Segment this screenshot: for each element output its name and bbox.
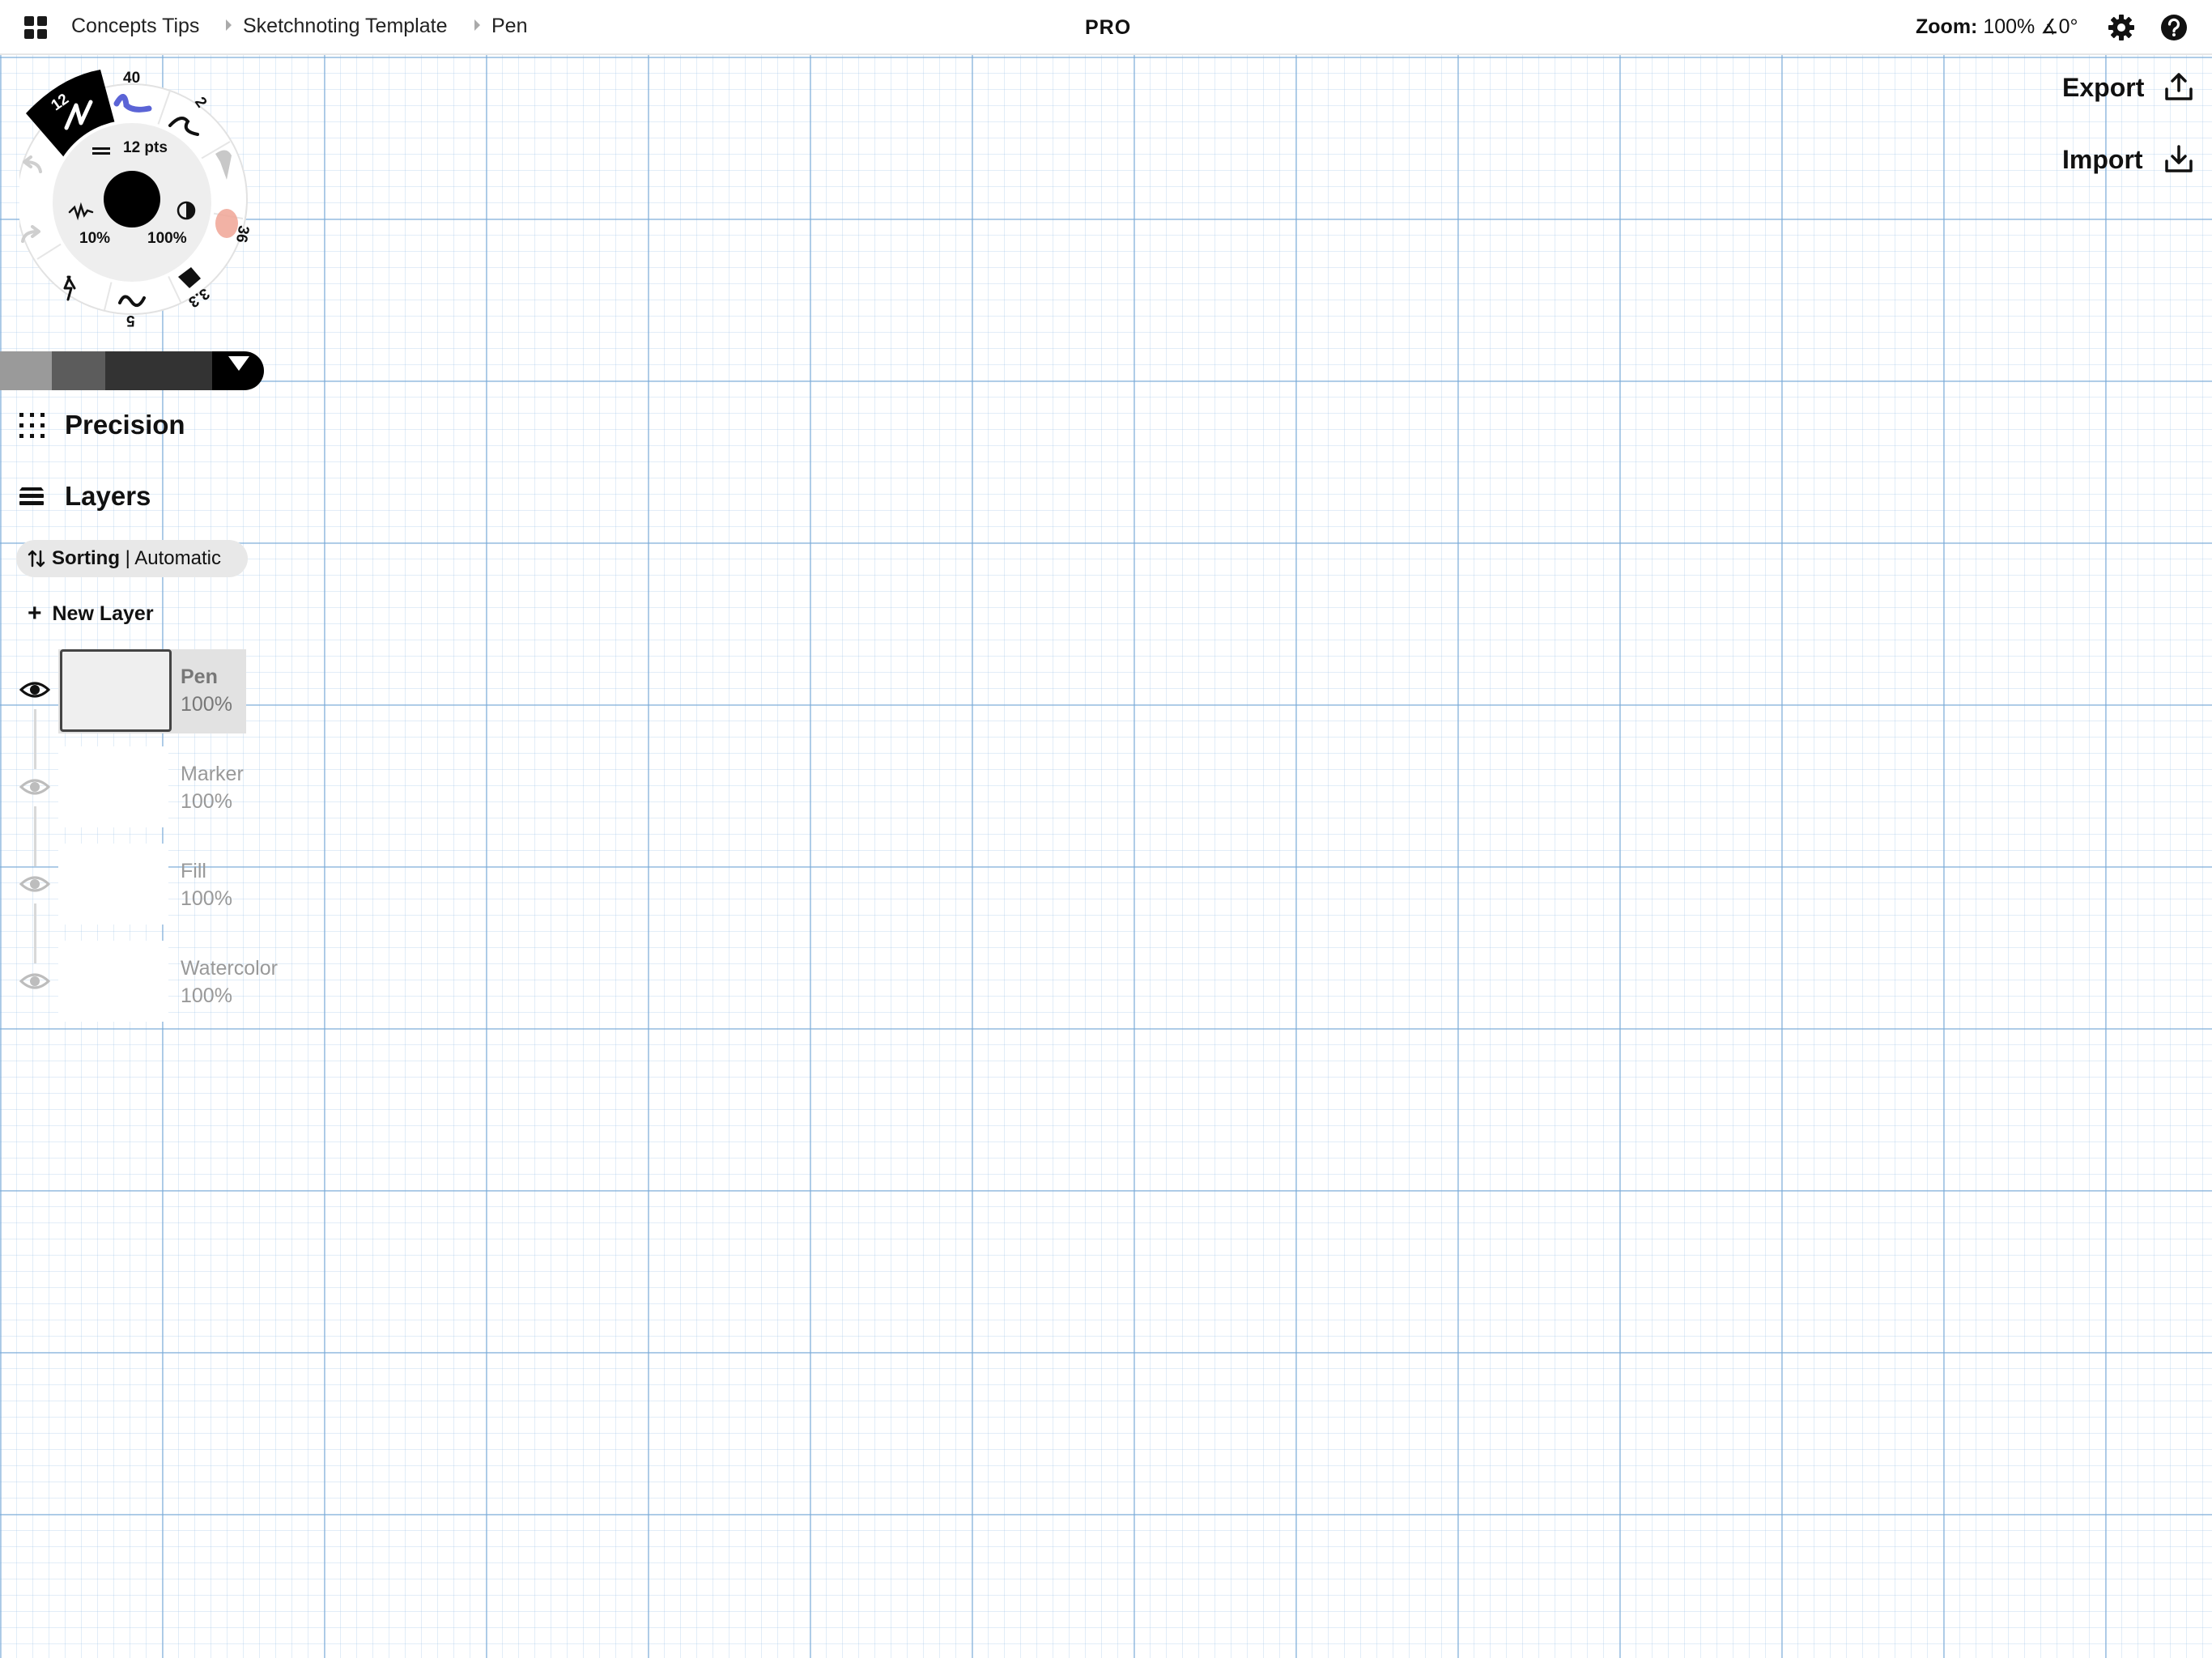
gallery-grid-icon[interactable] [24,16,48,40]
color-palette [0,351,264,390]
sorting-toggle[interactable]: Sorting | Automatic [16,540,248,577]
export-label: Export [2062,73,2145,102]
layers-stack-icon [19,487,44,505]
export-button[interactable]: Export [2062,73,2193,103]
stroke-size-value[interactable]: 12 pts [123,139,168,157]
chevron-right-icon [474,19,480,31]
layer-connector [34,903,36,963]
layer-opacity: 100% [181,790,232,813]
selected-swatch-check-icon [228,356,249,371]
settings-gear-icon[interactable] [2107,13,2136,42]
layer-name: Marker [181,763,244,785]
palette-swatch[interactable] [105,351,159,390]
wave-size-label: 5 [126,312,135,329]
layer-opacity: 100% [181,887,232,910]
smoothing-value[interactable]: 10% [79,230,110,248]
precision-label: Precision [65,410,185,440]
palette-swatch[interactable] [159,351,212,390]
sort-arrows-icon [28,550,45,568]
import-label: Import [2062,145,2143,174]
zoom-value: 100% [1983,15,2035,38]
layer-thumbnail [58,746,168,827]
import-icon [2165,145,2193,172]
layer-connector [34,709,36,769]
precision-grid-icon [19,413,45,438]
layer-name: Watercolor [181,957,278,980]
opacity-value[interactable]: 100% [147,230,187,248]
sorting-separator: | [125,547,130,569]
layer-thumbnail [60,649,172,732]
layer-name: Pen [181,665,218,688]
angle-value: ∡0° [2040,15,2078,38]
breadcrumb-sketchnoting-template[interactable]: Sketchnoting Template [243,15,447,38]
undo-icon[interactable] [19,155,44,175]
redo-icon[interactable] [19,225,44,244]
layer-connector [34,806,36,866]
sorting-value: Automatic [134,547,221,569]
layer-thumbnail [58,941,168,1022]
stroke-size-icon [92,147,110,150]
breadcrumb-concepts-tips[interactable]: Concepts Tips [71,15,199,38]
layer-visibility-eye-icon[interactable] [19,874,50,894]
watercolor-size-label: 36 [232,223,253,244]
help-icon[interactable] [2159,13,2189,42]
pro-badge[interactable]: PRO [1085,16,1131,40]
layer-visibility-eye-icon[interactable] [19,777,50,797]
export-icon [2165,73,2193,100]
layer-opacity: 100% [181,693,232,716]
layer-item-fill[interactable]: Fill 100% [58,844,246,928]
new-layer-label: New Layer [52,602,154,625]
layer-item-pen[interactable]: Pen 100% [58,649,246,733]
zoom-label: Zoom: [1916,15,1978,38]
layer-item-watercolor[interactable]: Watercolor 100% [58,941,301,1025]
layer-visibility-eye-icon[interactable] [19,680,50,699]
chevron-right-icon [226,19,232,31]
layer-thumbnail [58,844,168,925]
layers-label: Layers [65,481,151,511]
tool-wheel[interactable]: 40 2 36 3.3 5 12 12 pts 10% 100% [19,65,267,332]
layer-opacity: 100% [181,984,232,1007]
ink-size-label: 40 [123,70,141,87]
top-bar: Concepts Tips Sketchnoting Template Pen … [0,0,2212,55]
import-button[interactable]: Import [2062,145,2193,175]
zoom-indicator[interactable]: Zoom: 100% ∡0° [1916,15,2078,39]
plus-icon: + [28,600,42,627]
layer-visibility-eye-icon[interactable] [19,971,50,991]
current-color-dot[interactable] [104,171,160,227]
layer-name: Fill [181,860,206,882]
new-layer-button[interactable]: + New Layer [28,599,154,627]
layer-item-marker[interactable]: Marker 100% [58,746,262,831]
palette-swatch[interactable] [52,351,105,390]
sorting-label: Sorting [52,547,120,569]
breadcrumb-pen[interactable]: Pen [491,15,527,38]
palette-swatch[interactable] [0,351,52,390]
